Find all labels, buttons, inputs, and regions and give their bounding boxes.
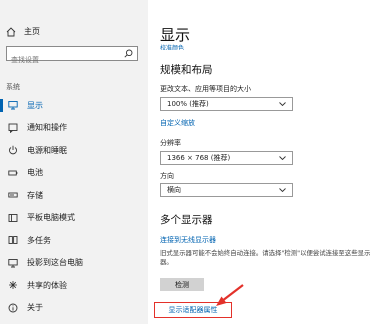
- wireless-display-link[interactable]: 连接到无线显示器: [160, 235, 216, 245]
- sidebar-item-label: 显示: [27, 100, 43, 110]
- sidebar-item-display[interactable]: 显示: [0, 94, 148, 117]
- sidebar-item-notifications[interactable]: 通知和操作: [0, 117, 148, 140]
- detect-button[interactable]: 检测: [160, 278, 204, 291]
- text-size-label: 更改文本、应用等项目的大小: [160, 85, 251, 93]
- resolution-label: 分辨率: [160, 139, 181, 147]
- custom-scaling-link[interactable]: 自定义缩放: [160, 118, 195, 128]
- sidebar: 主页 系统 显示 通知和操作 电源和睡眠: [0, 0, 148, 324]
- tablet-icon: [8, 213, 18, 223]
- sidebar-item-shared-experiences[interactable]: 共享的体验: [0, 274, 148, 297]
- monitor-icon: [8, 100, 18, 110]
- share-icon: [8, 280, 18, 290]
- sidebar-item-label: 电源和睡眠: [27, 145, 67, 155]
- sidebar-home[interactable]: 主页: [6, 26, 40, 37]
- info-icon: [8, 303, 18, 313]
- multitask-icon: [8, 235, 18, 245]
- chevron-down-icon: [279, 155, 286, 163]
- description-line: 旧式显示器可能不会始终自动连接。请选择"检测"以便尝试连接至这些显示: [160, 249, 371, 257]
- sidebar-item-storage[interactable]: 存储: [0, 184, 148, 207]
- sidebar-item-tablet-mode[interactable]: 平板电脑模式: [0, 207, 148, 230]
- sidebar-item-label: 关于: [27, 303, 43, 313]
- display-adapter-properties-link[interactable]: 显示适配器属性: [154, 302, 232, 318]
- sidebar-item-battery[interactable]: 电池: [0, 162, 148, 185]
- search-icon[interactable]: [124, 49, 133, 58]
- sidebar-item-label: 共享的体验: [27, 280, 67, 290]
- sidebar-item-label: 平板电脑模式: [27, 213, 75, 223]
- chevron-down-icon: [279, 101, 286, 109]
- sidebar-item-label: 投影到这台电脑: [27, 258, 83, 268]
- storage-icon: [8, 190, 18, 200]
- page-title: 显示: [160, 26, 191, 44]
- power-icon: [8, 145, 18, 155]
- orientation-value: 横向: [167, 186, 181, 194]
- calibrate-color-link[interactable]: 校准颜色: [160, 43, 184, 50]
- project-icon: [8, 258, 18, 268]
- sidebar-item-multitasking[interactable]: 多任务: [0, 229, 148, 252]
- resolution-value: 1366 × 768 (推荐): [167, 154, 231, 162]
- text-size-value: 100% (推荐): [167, 100, 209, 108]
- sidebar-item-label: 存储: [27, 190, 43, 200]
- sidebar-nav: 显示 通知和操作 电源和睡眠 电池 存储 平板电脑模式 多任务 投影到这台电脑 …: [0, 94, 148, 319]
- resolution-select[interactable]: 1366 × 768 (推荐): [160, 151, 293, 165]
- notification-icon: [8, 123, 18, 133]
- sidebar-item-about[interactable]: 关于: [0, 297, 148, 320]
- sidebar-item-label: 电池: [27, 168, 43, 178]
- legacy-display-description: 旧式显示器可能不会始终自动连接。请选择"检测"以便尝试连接至这些显示 器。: [160, 249, 376, 267]
- home-icon: [6, 26, 16, 37]
- multiple-displays-heading: 多个显示器: [160, 214, 213, 226]
- sidebar-item-project[interactable]: 投影到这台电脑: [0, 252, 148, 275]
- scale-layout-heading: 规模和布局: [160, 64, 213, 76]
- sidebar-home-label: 主页: [24, 27, 40, 36]
- search-field[interactable]: [6, 46, 138, 67]
- search-input[interactable]: [7, 53, 121, 67]
- orientation-label: 方向: [160, 172, 174, 180]
- sidebar-item-label: 多任务: [27, 235, 51, 245]
- sidebar-item-power[interactable]: 电源和睡眠: [0, 139, 148, 162]
- battery-icon: [8, 168, 18, 178]
- orientation-select[interactable]: 横向: [160, 183, 293, 197]
- sidebar-item-label: 通知和操作: [27, 123, 67, 133]
- chevron-down-icon: [279, 187, 286, 195]
- text-size-select[interactable]: 100% (推荐): [160, 97, 293, 111]
- sidebar-section-label: 系统: [6, 83, 20, 91]
- description-line: 器。: [160, 258, 173, 266]
